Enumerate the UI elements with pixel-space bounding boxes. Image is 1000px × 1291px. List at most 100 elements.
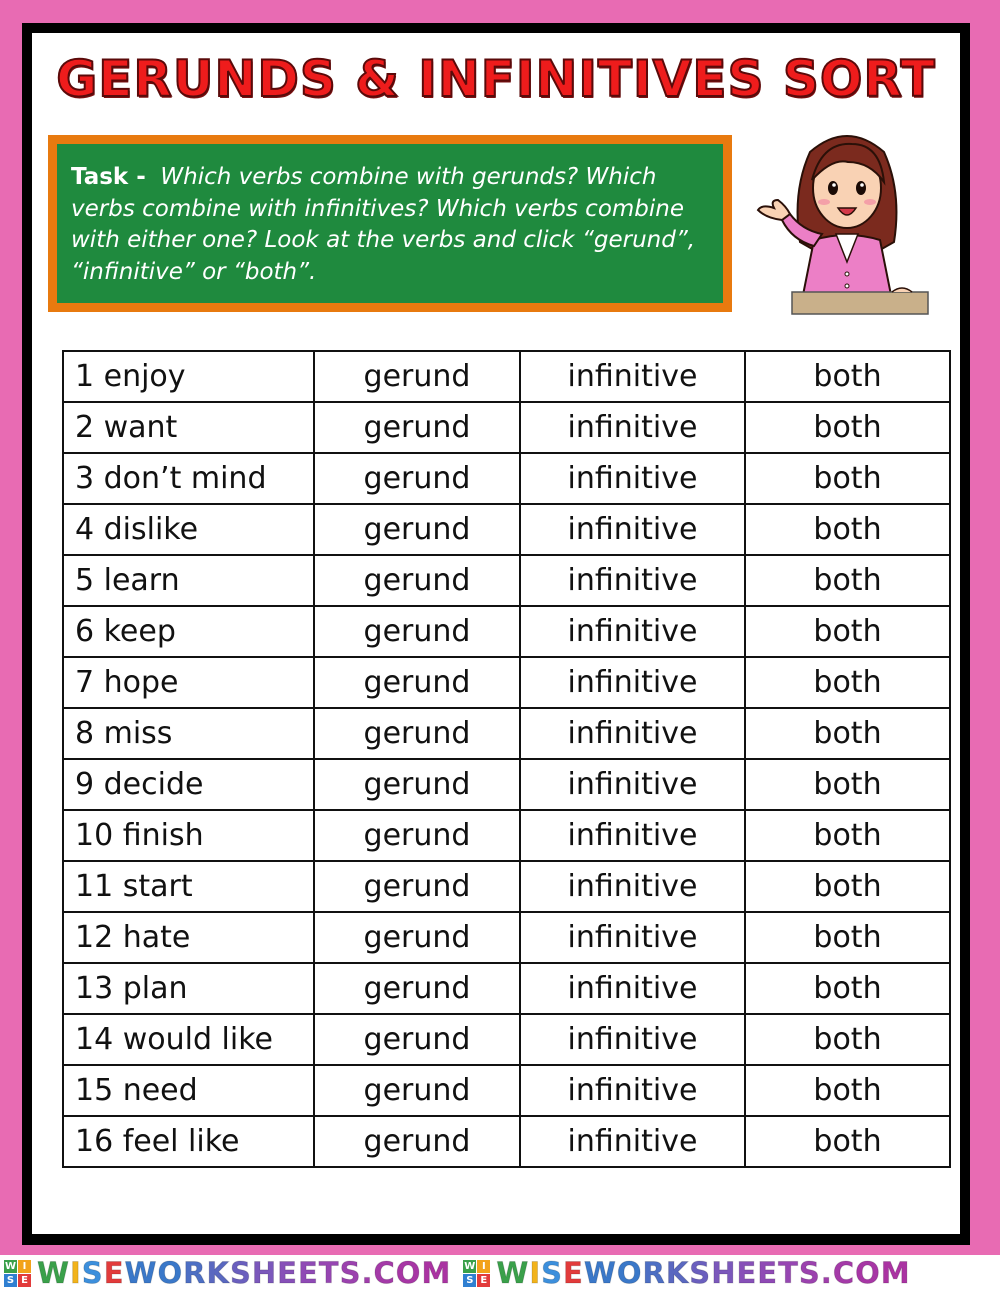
both-option[interactable]: both	[744, 350, 951, 403]
teacher-pointing-icon	[756, 135, 929, 315]
table-row: 15 need gerund infinitive both	[62, 1064, 951, 1117]
gerund-option[interactable]: gerund	[313, 707, 521, 760]
infinitive-option[interactable]: infinitive	[519, 707, 746, 760]
verb-label: 8 miss	[62, 707, 315, 760]
gerund-option[interactable]: gerund	[313, 860, 521, 913]
both-option[interactable]: both	[744, 401, 951, 454]
verb-label: 14 would like	[62, 1013, 315, 1066]
sort-table-body: 1 enjoy gerund infinitive both 2 want gerund i…	[62, 350, 951, 1168]
infinitive-option[interactable]: infinitive	[519, 1064, 746, 1117]
both-option[interactable]: both	[744, 452, 951, 505]
task-text: Which verbs combine with gerunds? Which …	[71, 164, 696, 285]
gerund-option[interactable]: gerund	[313, 758, 521, 811]
verb-label: 5 learn	[62, 554, 315, 607]
both-option[interactable]: both	[744, 1115, 951, 1168]
table-row: 5 learn gerund infinitive both	[62, 554, 951, 607]
infinitive-option[interactable]: infinitive	[519, 503, 746, 556]
gerund-option[interactable]: gerund	[313, 605, 521, 658]
sort-table: 1 enjoy gerund infinitive both 2 want gerund i…	[62, 350, 951, 1168]
verb-label: 13 plan	[62, 962, 315, 1015]
gerund-option[interactable]: gerund	[313, 350, 521, 403]
both-option[interactable]: both	[744, 911, 951, 964]
verb-label: 4 dislike	[62, 503, 315, 556]
gerund-option[interactable]: gerund	[313, 1064, 521, 1117]
brand-text: WISEWORKSHEETS.COM	[496, 1256, 911, 1291]
table-row: 16 feel like gerund infinitive both	[62, 1115, 951, 1168]
verb-label: 11 start	[62, 860, 315, 913]
both-option[interactable]: both	[744, 809, 951, 862]
verb-label: 16 feel like	[62, 1115, 315, 1168]
infinitive-option[interactable]: infinitive	[519, 962, 746, 1015]
verb-label: 9 decide	[62, 758, 315, 811]
wiseworksheets-brand: W I S E WISEWORKSHEETS.COM	[4, 1256, 452, 1291]
infinitive-option[interactable]: infinitive	[519, 554, 746, 607]
table-row: 1 enjoy gerund infinitive both	[62, 350, 951, 403]
gerund-option[interactable]: gerund	[313, 452, 521, 505]
both-option[interactable]: both	[744, 707, 951, 760]
verb-label: 15 need	[62, 1064, 315, 1117]
gerund-option[interactable]: gerund	[313, 962, 521, 1015]
both-option[interactable]: both	[744, 860, 951, 913]
infinitive-option[interactable]: infinitive	[519, 656, 746, 709]
gerund-option[interactable]: gerund	[313, 656, 521, 709]
table-row: 12 hate gerund infinitive both	[62, 911, 951, 964]
table-row: 6 keep gerund infinitive both	[62, 605, 951, 658]
logo-letter: I	[18, 1259, 31, 1273]
infinitive-option[interactable]: infinitive	[519, 809, 746, 862]
both-option[interactable]: both	[744, 962, 951, 1015]
table-row: 14 would like gerund infinitive both	[62, 1013, 951, 1066]
both-option[interactable]: both	[744, 1013, 951, 1066]
gerund-option[interactable]: gerund	[313, 1013, 521, 1066]
infinitive-option[interactable]: infinitive	[519, 1013, 746, 1066]
brand-text: WISEWORKSHEETS.COM	[37, 1256, 452, 1291]
logo-letter: E	[477, 1273, 491, 1287]
infinitive-option[interactable]: infinitive	[519, 452, 746, 505]
verb-label: 1 enjoy	[62, 350, 315, 403]
wise-logo-icon: WISE	[4, 1259, 31, 1287]
footer-watermark: W I S E WISEWORKSHEETS.COM W I S E WISEWORKSHEETS…	[0, 1255, 1000, 1291]
logo-letter: S	[4, 1273, 17, 1287]
logo-letter: W	[4, 1259, 17, 1273]
table-row: 10 finish gerund infinitive both	[62, 809, 951, 862]
wiseworksheets-brand: W I S E WISEWORKSHEETS.COM	[463, 1256, 911, 1291]
verb-label: 10 finish	[62, 809, 315, 862]
table-row: 9 decide gerund infinitive both	[62, 758, 951, 811]
gerund-option[interactable]: gerund	[313, 911, 521, 964]
logo-letter: I	[477, 1259, 491, 1273]
table-row: 2 want gerund infinitive both	[62, 401, 951, 454]
task-box: Task - Which verbs combine with gerunds?…	[48, 135, 732, 312]
verb-label: 2 want	[62, 401, 315, 454]
table-row: 8 miss gerund infinitive both	[62, 707, 951, 760]
infinitive-option[interactable]: infinitive	[519, 1115, 746, 1168]
gerund-option[interactable]: gerund	[313, 401, 521, 454]
logo-letter: W	[463, 1259, 477, 1273]
both-option[interactable]: both	[744, 1064, 951, 1117]
infinitive-option[interactable]: infinitive	[519, 758, 746, 811]
gerund-option[interactable]: gerund	[313, 809, 521, 862]
verb-label: 6 keep	[62, 605, 315, 658]
infinitive-option[interactable]: infinitive	[519, 401, 746, 454]
wise-logo-icon: WISE	[463, 1259, 491, 1287]
logo-letter: E	[18, 1273, 31, 1287]
infinitive-option[interactable]: infinitive	[519, 350, 746, 403]
both-option[interactable]: both	[744, 656, 951, 709]
gerund-option[interactable]: gerund	[313, 1115, 521, 1168]
both-option[interactable]: both	[744, 758, 951, 811]
infinitive-option[interactable]: infinitive	[519, 911, 746, 964]
verb-label: 3 don’t mind	[62, 452, 315, 505]
infinitive-option[interactable]: infinitive	[519, 860, 746, 913]
table-row: 13 plan gerund infinitive both	[62, 962, 951, 1015]
task-label: Task -	[71, 164, 146, 190]
gerund-option[interactable]: gerund	[313, 554, 521, 607]
table-row: 7 hope gerund infinitive both	[62, 656, 951, 709]
worksheet-title: GERUNDS & INFINITIVES SORT	[55, 49, 936, 109]
infinitive-option[interactable]: infinitive	[519, 605, 746, 658]
both-option[interactable]: both	[744, 503, 951, 556]
table-row: 3 don’t mind gerund infinitive both	[62, 452, 951, 505]
both-option[interactable]: both	[744, 554, 951, 607]
table-row: 11 start gerund infinitive both	[62, 860, 951, 913]
gerund-option[interactable]: gerund	[313, 503, 521, 556]
logo-letter: S	[463, 1273, 477, 1287]
table-row: 4 dislike gerund infinitive both	[62, 503, 951, 556]
both-option[interactable]: both	[744, 605, 951, 658]
